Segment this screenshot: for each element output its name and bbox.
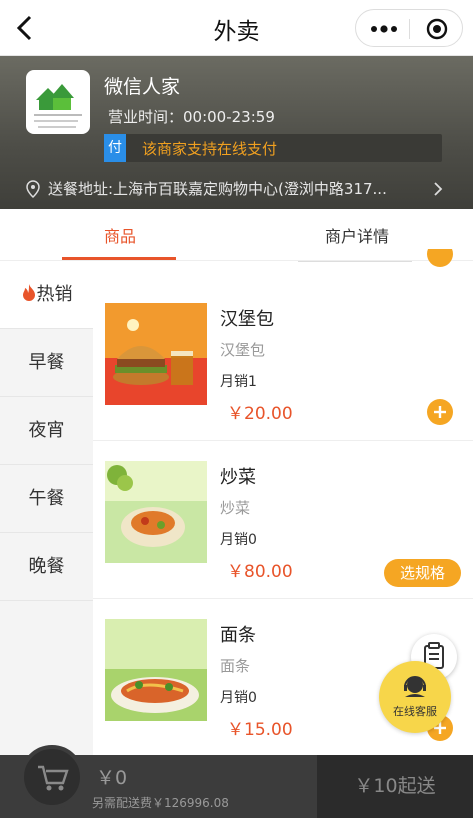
more-icon[interactable] [370, 22, 398, 36]
pay-badge: 付 [104, 134, 126, 162]
product-sales: 月销0 [220, 690, 257, 706]
noodles-image [105, 619, 207, 721]
shop-name: 微信人家 [104, 76, 181, 98]
service-label: 在线客服 [393, 705, 437, 718]
house-logo-icon [34, 84, 82, 128]
delivery-fee: 另需配送费￥126996.08 [92, 796, 229, 810]
sidebar-item-label: 热销 [36, 284, 73, 305]
flame-icon [22, 284, 35, 301]
product-sales: 月销0 [220, 532, 257, 548]
close-target-icon[interactable] [426, 18, 448, 40]
min-order-button[interactable]: ￥10起送 [317, 755, 473, 818]
capsule-divider [409, 19, 410, 39]
scroll-divider [298, 261, 412, 262]
plus-icon [434, 406, 446, 418]
pay-text: 该商家支持在线支付 [142, 140, 278, 158]
online-pay-banner: 付 该商家支持在线支付 [104, 134, 442, 162]
burger-image [105, 303, 207, 405]
cart-total: ￥0 [96, 767, 128, 789]
product-name: 面条 [220, 625, 256, 646]
product-price: ￥80.00 [227, 562, 293, 582]
sidebar-item-breakfast[interactable]: 早餐 [0, 329, 93, 397]
product-sales: 月销1 [220, 374, 257, 390]
tab-bar: 商品 商户详情 [0, 209, 473, 261]
location-pin-icon [26, 180, 40, 198]
online-service-button[interactable]: 在线客服 [379, 661, 451, 733]
add-to-cart-button[interactable] [427, 399, 453, 425]
business-hours: 营业时间：00:00-23:59 [108, 108, 275, 126]
sidebar-item-dinner[interactable]: 晚餐 [0, 533, 93, 601]
list-item[interactable]: 汉堡包 汉堡包 月销1 ￥20.00 [93, 283, 473, 441]
chevron-right-icon[interactable] [432, 180, 444, 198]
product-name: 汉堡包 [220, 309, 274, 330]
product-name: 炒菜 [220, 467, 256, 488]
cart-bar: ￥0 另需配送费￥126996.08 ￥10起送 [0, 745, 473, 818]
shopping-cart-icon [38, 765, 69, 791]
category-sidebar: 热销 早餐 夜宵 午餐 晚餐 [0, 261, 93, 755]
shop-logo [26, 70, 90, 134]
cart-button[interactable] [20, 745, 84, 809]
partial-add-button[interactable] [427, 249, 453, 269]
shop-header: 微信人家 营业时间：00:00-23:59 付 该商家支持在线支付 送餐地址:上… [0, 56, 473, 209]
tab-products[interactable]: 商品 [104, 223, 136, 247]
product-desc: 汉堡包 [220, 341, 266, 359]
headset-icon [404, 676, 426, 697]
mini-program-capsule [355, 9, 463, 47]
active-tab-indicator [62, 257, 176, 260]
product-desc: 面条 [220, 657, 251, 675]
product-price: ￥20.00 [227, 404, 293, 424]
list-item[interactable]: 炒菜 炒菜 月销0 ￥80.00 选规格 [93, 441, 473, 599]
tab-merchant-details[interactable]: 商户详情 [325, 223, 389, 247]
product-price: ￥15.00 [227, 720, 293, 740]
select-spec-button[interactable]: 选规格 [384, 559, 461, 587]
sidebar-item-lunch[interactable]: 午餐 [0, 465, 93, 533]
stir-fry-image [105, 461, 207, 563]
delivery-address[interactable]: 送餐地址:上海市百联嘉定购物中心(澄浏中路317... [48, 178, 418, 199]
sidebar-item-hot[interactable]: 热销 [0, 261, 93, 329]
sidebar-item-late-night[interactable]: 夜宵 [0, 397, 93, 465]
product-desc: 炒菜 [220, 499, 251, 517]
top-bar: 外卖 [0, 0, 473, 56]
